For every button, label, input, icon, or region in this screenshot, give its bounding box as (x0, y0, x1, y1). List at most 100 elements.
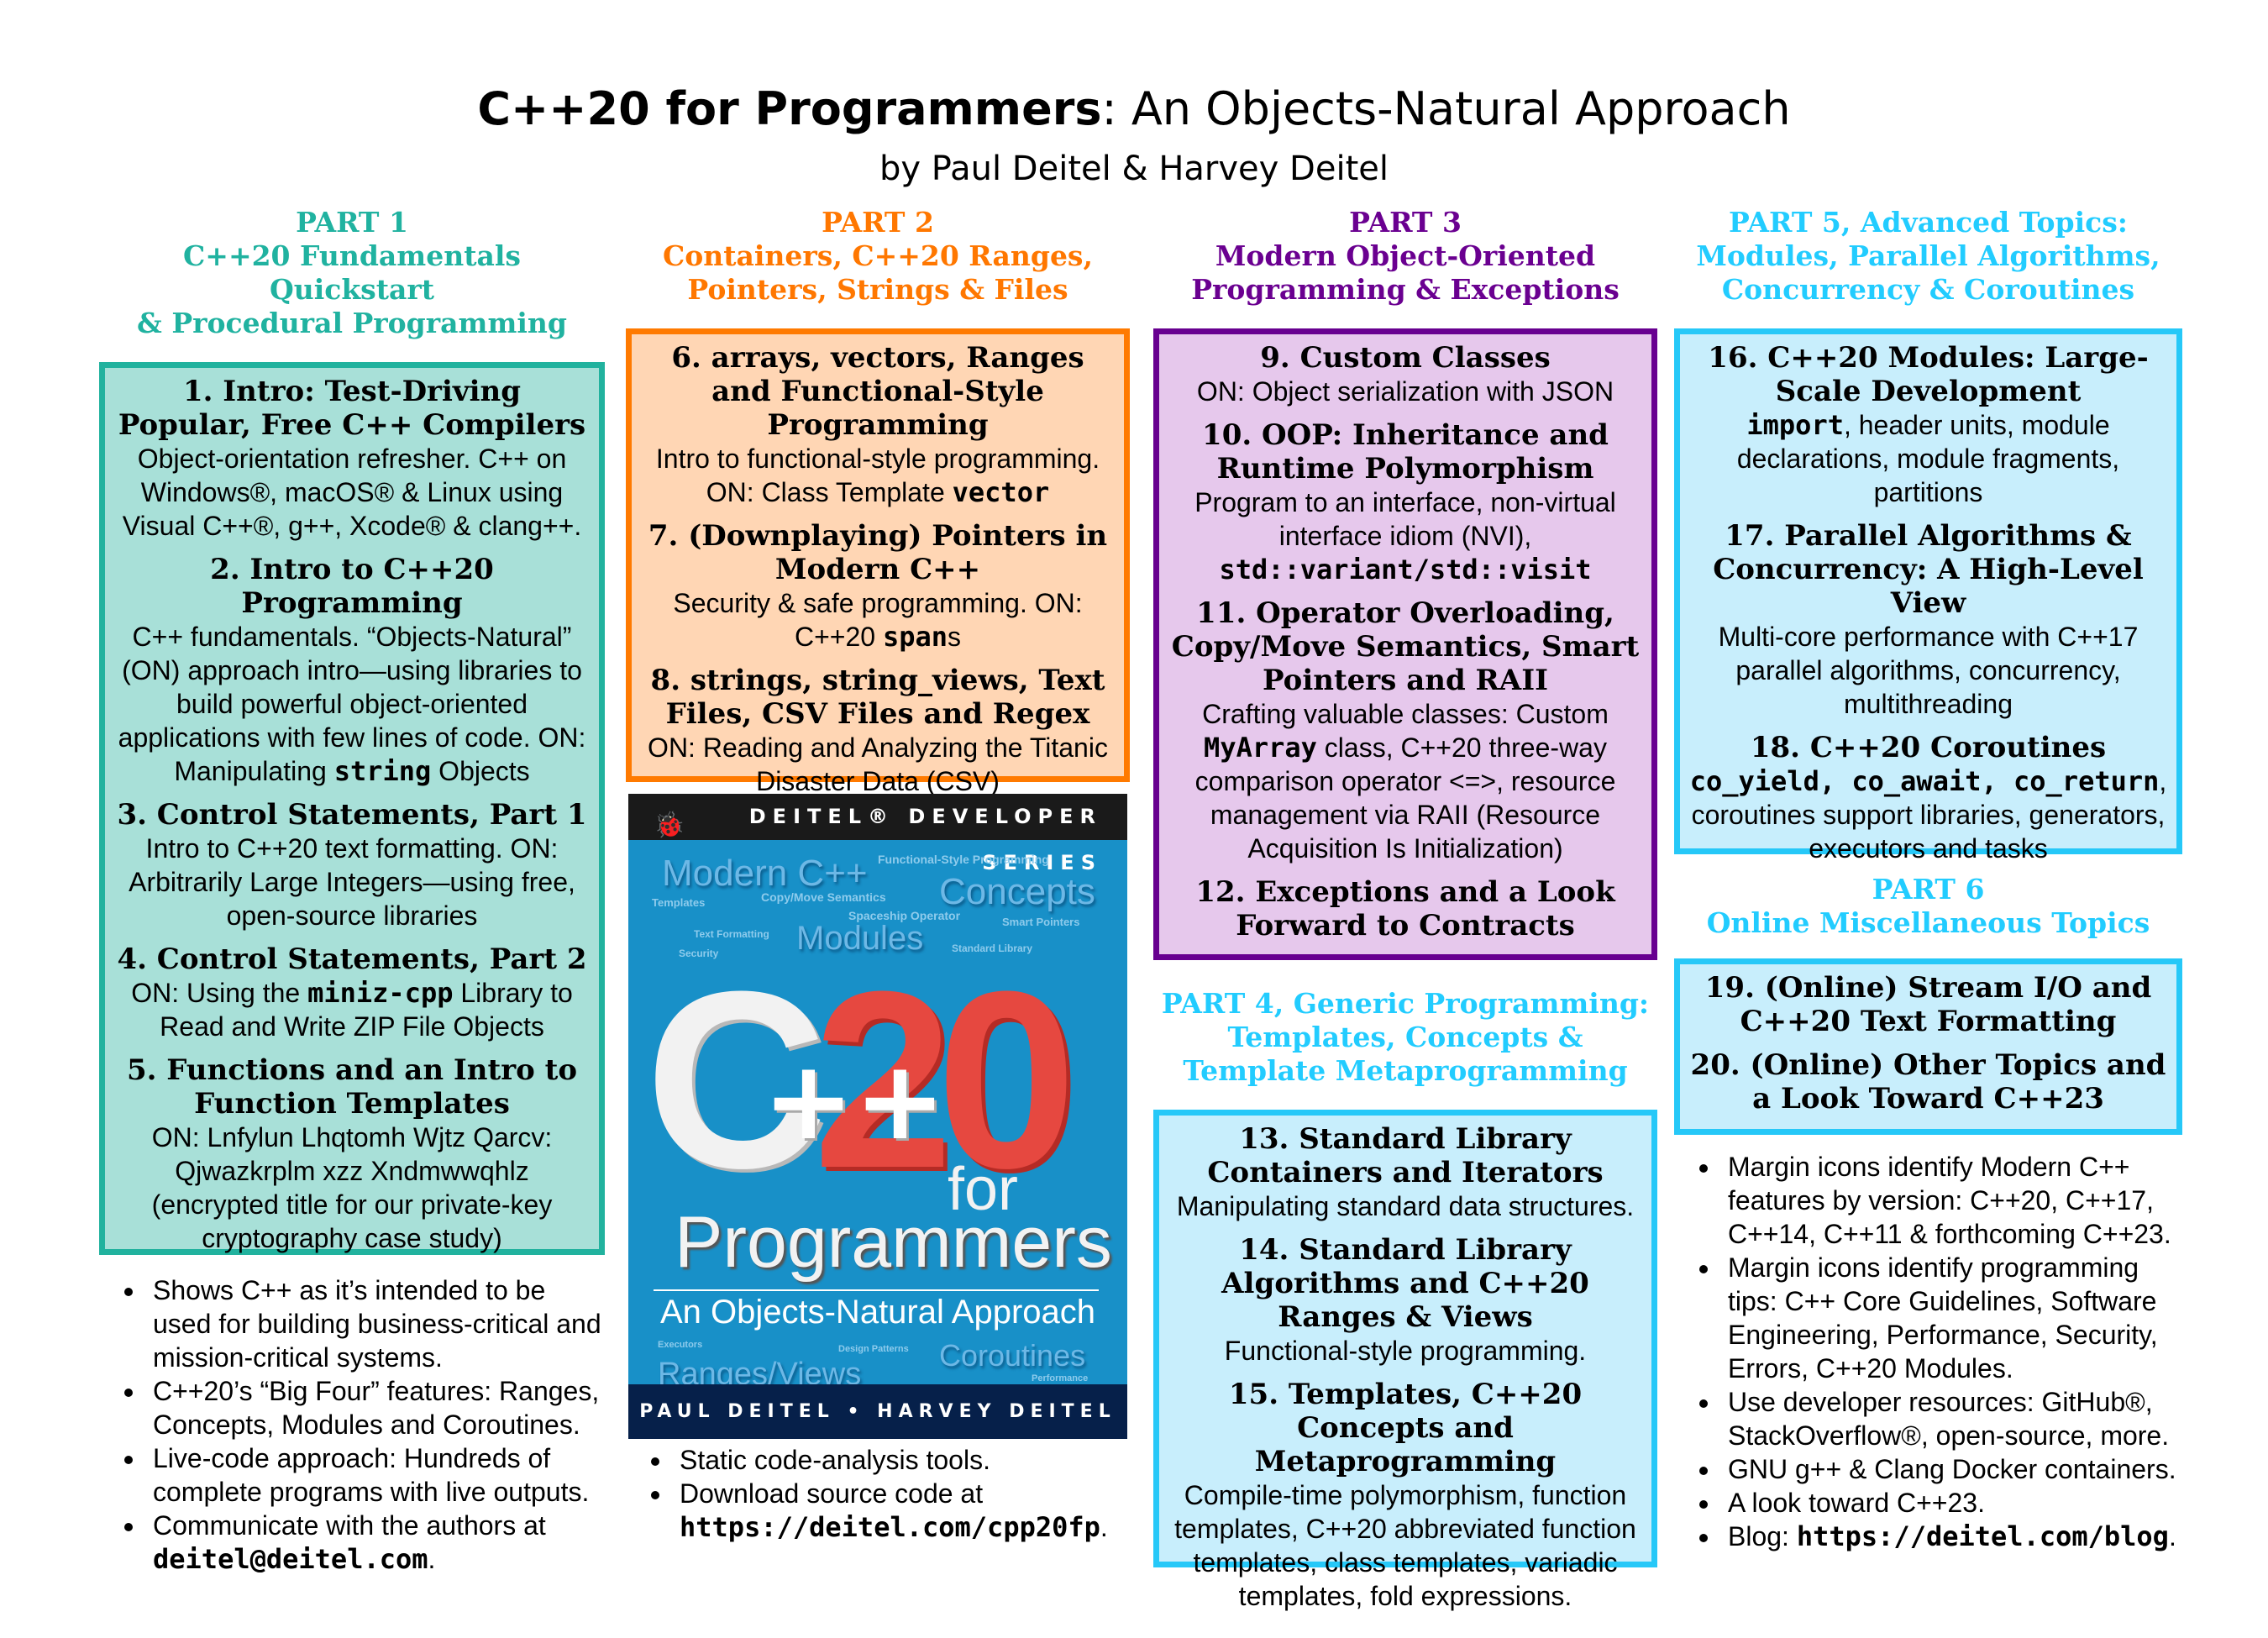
chapter-desc: Intro to C++20 text formatting. ON: Arbi… (129, 833, 575, 931)
part2-box: 6. arrays, vectors, Ranges and Functiona… (626, 328, 1130, 796)
chapter-desc: ON: Object serialization with JSON (1196, 376, 1614, 407)
bullet-item: GNU g++ & Clang Docker containers. (1721, 1452, 2182, 1486)
chapter-desc: Security & safe programming. ON: C++20 s… (640, 586, 1116, 654)
chapter-title: 7. (Downplaying) Pointers in Modern C++ (648, 519, 1108, 586)
bullet-item: Margin icons identify Modern C++ feature… (1721, 1150, 2182, 1251)
part5-box: 16. C++20 Modules: Large-Scale Developme… (1674, 328, 2182, 864)
chapter-title: 10. OOP: Inheritance and Runtime Polymor… (1202, 418, 1609, 486)
cover-word: Concepts (939, 871, 1095, 912)
chapter-desc: Intro to functional-style programming. O… (640, 442, 1116, 509)
code-term: vector (952, 476, 1050, 508)
chapter-13: 13. Standard Library Containers and Iter… (1168, 1122, 1643, 1223)
cover-divider (654, 1289, 1099, 1291)
cover-word: Templates (652, 896, 706, 909)
part2-title-line1: Containers, C++20 Ranges, (662, 239, 1094, 272)
punct: . (2168, 1521, 2176, 1551)
chapter-2: 2. Intro to C++20 Programming C++ fundam… (113, 553, 591, 788)
part5-title-line2: Concurrency & Coroutines (1721, 273, 2135, 306)
part2-column: PART 2 Containers, C++20 Ranges, Pointer… (626, 206, 1130, 796)
chapter-desc: ON: Using the miniz-cpp Library to Read … (113, 976, 591, 1043)
chapter-title: 20. (Online) Other Topics and a Look Tow… (1690, 1048, 2166, 1116)
part2-title-line2: Pointers, Strings & Files (687, 273, 1068, 306)
chapter-title: 1. Intro: Test-Driving Popular, Free C++… (118, 375, 586, 442)
chapter-15: 15. Templates, C++20 Concepts and Metapr… (1168, 1378, 1643, 1613)
chapter-desc: ON: Lnfylun Lhqtomh Wjtz Qarcv: Qjwazkrp… (151, 1122, 553, 1253)
cover-word: Performance (1032, 1373, 1089, 1383)
chapter-title: 17. Parallel Algorithms & Concurrency: A… (1713, 519, 2144, 620)
chapter-desc: ON: Reading and Analyzing the Titanic Di… (648, 732, 1108, 796)
chapter-title: 9. Custom Classes (1260, 341, 1551, 375)
cover-plus-plus: ++ (763, 1037, 946, 1164)
bullet-item: Live-code approach: Hundreds of complete… (146, 1441, 605, 1509)
cover-word: Copy/Move Semantics (761, 890, 886, 904)
part2-bullets: Static code-analysis tools. Download sou… (626, 1443, 1194, 1544)
chapter-title: 6. arrays, vectors, Ranges and Functiona… (671, 341, 1084, 442)
cover-word: Smart Pointers (1002, 916, 1080, 928)
bullet-item: Static code-analysis tools. (673, 1443, 1194, 1477)
chapter-title: 3. Control Statements, Part 1 (117, 798, 587, 832)
cover-word: Coroutines (939, 1338, 1086, 1373)
chapter-3: 3. Control Statements, Part 1 Intro to C… (113, 798, 591, 932)
punct: . (428, 1544, 436, 1574)
part1-title-line2: & Procedural Programming (137, 307, 567, 339)
cover-authors: PAUL DEITEL • HARVEY DEITEL (628, 1384, 1127, 1439)
desc-text: Crafting valuable classes: Custom (1202, 699, 1609, 729)
chapter-title: 14. Standard Library Algorithms and C++2… (1221, 1233, 1589, 1334)
chapter-18: 18. C++20 Coroutines co_yield, co_await,… (1688, 731, 2168, 865)
chapter-12: 12. Exceptions and a Look Forward to Con… (1168, 875, 1643, 942)
title-block: C++20 for Programmers: An Objects-Natura… (0, 80, 2268, 194)
bug-mascot-icon: 🐞 (654, 811, 692, 840)
part6-bullets: Margin icons identify Modern C++ feature… (1674, 1150, 2182, 1553)
cover-programmers: Programmers (675, 1202, 1112, 1283)
chapter-16: 16. C++20 Modules: Large-Scale Developme… (1688, 341, 2168, 509)
chapter-title: 13. Standard Library Containers and Iter… (1207, 1122, 1604, 1189)
download-link[interactable]: https://deitel.com/cpp20fp (680, 1511, 1100, 1543)
blog-link[interactable]: https://deitel.com/blog (1797, 1520, 2169, 1552)
title-rest: : An Objects-Natural Approach (1101, 82, 1791, 135)
cover-word: Executors (658, 1340, 703, 1350)
cover-subtitle: An Objects-Natural Approach (659, 1294, 1096, 1331)
part3-title-line1: Modern Object-Oriented (1215, 239, 1596, 272)
chapter-title: 8. strings, string_views, Text Files, CS… (650, 664, 1105, 731)
chapter-desc: Compile-time polymorphism, function temp… (1174, 1480, 1636, 1611)
chapter-4: 4. Control Statements, Part 2 ON: Using … (113, 942, 591, 1043)
chapter-17: 17. Parallel Algorithms & Concurrency: A… (1688, 519, 2168, 721)
part3-heading: PART 3 Modern Object-Oriented Programmin… (1153, 206, 1657, 307)
bullet-item-blog: Blog: https://deitel.com/blog. (1721, 1520, 2182, 1553)
bullet-item: A look toward C++23. (1721, 1486, 2182, 1520)
authors-line: by Paul Deitel & Harvey Deitel (879, 150, 1389, 188)
part3-label: PART 3 (1349, 206, 1462, 239)
punct: . (1100, 1512, 1108, 1542)
chapter-9: 9. Custom Classes ON: Object serializati… (1168, 341, 1643, 408)
desc-text: ON: Using the (131, 978, 308, 1008)
chapter-title: 18. C++20 Coroutines (1750, 731, 2107, 764)
chapter-10: 10. OOP: Inheritance and Runtime Polymor… (1168, 418, 1643, 586)
part4-title-line2: Template Metaprogramming (1183, 1054, 1628, 1087)
part1-box: 1. Intro: Test-Driving Popular, Free C++… (99, 362, 605, 1255)
code-term: std::variant/std::visit (1219, 554, 1592, 585)
blog-text: Blog: (1728, 1521, 1789, 1551)
code-term: miniz-cpp (307, 977, 454, 1009)
desc-text: Security & safe programming. ON: C++20 (673, 588, 1083, 652)
bullet-item: Margin icons identify programming tips: … (1721, 1251, 2182, 1385)
part1-title-line1: C++20 Fundamentals Quickstart (183, 239, 521, 306)
part2-heading: PART 2 Containers, C++20 Ranges, Pointer… (626, 206, 1130, 307)
cover-word: Functional-Style Programming (878, 853, 1049, 866)
chapter-desc: Manipulating standard data structures. (1176, 1191, 1635, 1221)
part3-box: 9. Custom Classes ON: Object serializati… (1153, 328, 1657, 960)
part3-title-line2: Programming & Exceptions (1191, 273, 1620, 306)
desc-text: Program to an interface, non-virtual int… (1194, 487, 1616, 551)
title-bold: C++20 for Programmers (477, 82, 1102, 135)
bullet-item-download: Download source code athttps://deitel.co… (673, 1477, 1194, 1544)
chapter-6: 6. arrays, vectors, Ranges and Functiona… (640, 341, 1116, 509)
contact-email-link[interactable]: deitel@deitel.com (153, 1543, 428, 1575)
part5-title-line1: Modules, Parallel Algorithms, (1696, 239, 2160, 272)
chapter-title: 15. Templates, C++20 Concepts and Metapr… (1228, 1378, 1583, 1478)
chapter-7: 7. (Downplaying) Pointers in Modern C++ … (640, 519, 1116, 654)
code-term: string (333, 755, 432, 787)
chapter-1: 1. Intro: Test-Driving Popular, Free C++… (113, 375, 591, 543)
download-text: Download source code at (680, 1478, 984, 1509)
cover-series-banner: 🐞 DEITEL® DEVELOPER SERIES (628, 794, 1127, 874)
cover-word: Modern C++ (662, 853, 868, 894)
chapter-title: 11. Operator Overloading, Copy/Move Sema… (1171, 596, 1640, 697)
